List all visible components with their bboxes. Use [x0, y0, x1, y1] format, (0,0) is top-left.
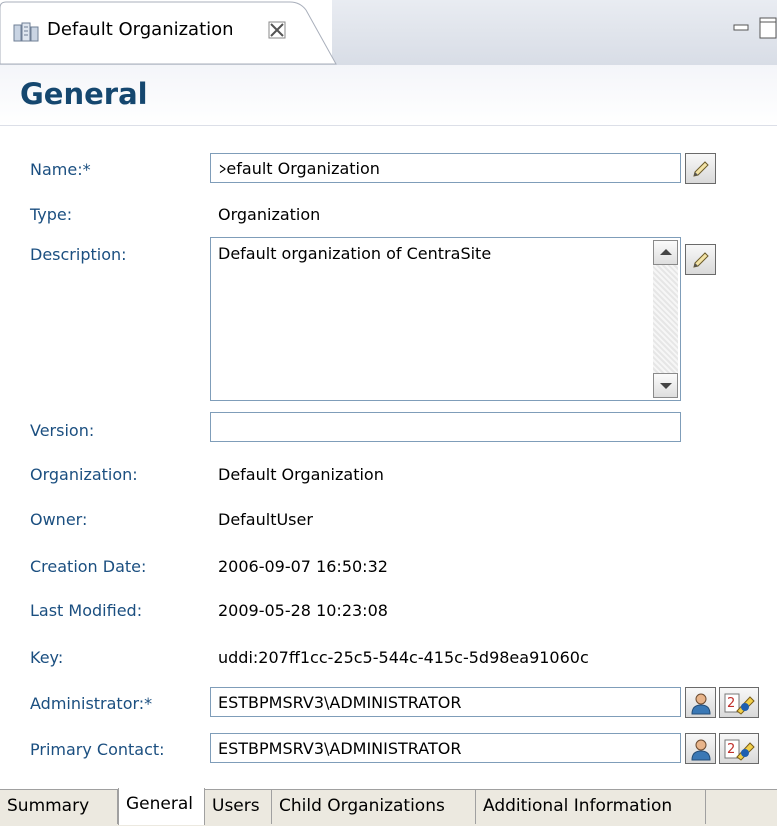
tab-additional-information[interactable]: Additional Information: [476, 790, 706, 824]
name-cursor-glyph: >: [219, 159, 227, 178]
administrator-label: Administrator:*: [30, 694, 153, 713]
last-modified-label: Last Modified:: [30, 601, 143, 620]
creation-date-label: Creation Date:: [30, 557, 147, 576]
description-label: Description:: [30, 245, 127, 264]
last-modified-value: 2009-05-28 10:23:08: [218, 601, 388, 620]
select-administrator-button[interactable]: [685, 687, 716, 718]
type-label: Type:: [30, 205, 73, 224]
svg-text:2: 2: [727, 696, 735, 711]
organization-icon: [13, 22, 39, 42]
scroll-down-button[interactable]: [653, 373, 678, 398]
contact-card-icon: 2: [724, 693, 755, 715]
select-primary-contact-button[interactable]: [685, 733, 716, 764]
tab-child-organizations[interactable]: Child Organizations: [272, 790, 476, 824]
creation-date-value: 2006-09-07 16:50:32: [218, 557, 388, 576]
name-field-value: >efault Organization: [218, 159, 380, 178]
name-field-text: efault Organization: [226, 159, 380, 178]
contact-card-icon: 2: [724, 739, 755, 761]
administrator-contact-button[interactable]: 2: [719, 687, 759, 718]
tab-general[interactable]: General: [118, 788, 205, 825]
minimize-icon[interactable]: [733, 18, 749, 31]
tab-users[interactable]: Users: [205, 790, 272, 824]
arrow-down-icon: [660, 383, 672, 389]
edit-description-button[interactable]: [685, 244, 716, 275]
close-icon[interactable]: [268, 21, 286, 39]
user-icon: [691, 693, 711, 715]
version-field[interactable]: [210, 412, 681, 442]
owner-value: DefaultUser: [218, 510, 313, 529]
maximize-icon[interactable]: [757, 16, 777, 40]
scroll-up-button[interactable]: [653, 240, 678, 265]
primary-contact-field-value: ESTBPMSRV3\ADMINISTRATOR: [218, 739, 462, 758]
description-textarea[interactable]: Default organization of CentraSite: [210, 237, 681, 401]
editor-tab-title: Default Organization: [47, 19, 234, 40]
key-value: uddi:207ff1cc-25c5-544c-415c-5d98ea91060…: [218, 648, 589, 667]
primary-contact-field[interactable]: ESTBPMSRV3\ADMINISTRATOR: [210, 733, 681, 763]
editor-tab[interactable]: Default Organization: [0, 0, 337, 65]
version-label: Version:: [30, 421, 95, 440]
editor-tab-bar: Default Organization: [0, 0, 777, 66]
primary-contact-card-button[interactable]: 2: [719, 733, 759, 764]
name-field[interactable]: >efault Organization: [210, 153, 681, 183]
tab-summary[interactable]: Summary: [0, 790, 118, 824]
organization-label: Organization:: [30, 465, 138, 484]
pencil-icon: [693, 252, 709, 268]
arrow-up-icon: [660, 249, 672, 255]
svg-text:2: 2: [727, 742, 735, 757]
type-value: Organization: [218, 205, 321, 224]
administrator-field-value: ESTBPMSRV3\ADMINISTRATOR: [218, 693, 462, 712]
user-icon: [691, 739, 711, 761]
organization-value: Default Organization: [218, 465, 384, 484]
description-scrollbar[interactable]: [653, 240, 678, 398]
edit-name-button[interactable]: [685, 153, 716, 184]
page-tabs: Summary General Users Child Organization…: [0, 788, 777, 826]
name-label: Name:*: [30, 160, 91, 179]
form-header: General: [0, 65, 777, 126]
pencil-icon: [693, 161, 709, 177]
page-title: General: [20, 77, 148, 111]
administrator-field[interactable]: ESTBPMSRV3\ADMINISTRATOR: [210, 687, 681, 717]
owner-label: Owner:: [30, 510, 88, 529]
primary-contact-label: Primary Contact:: [30, 740, 165, 759]
key-label: Key:: [30, 648, 64, 667]
description-text: Default organization of CentraSite: [218, 244, 492, 263]
